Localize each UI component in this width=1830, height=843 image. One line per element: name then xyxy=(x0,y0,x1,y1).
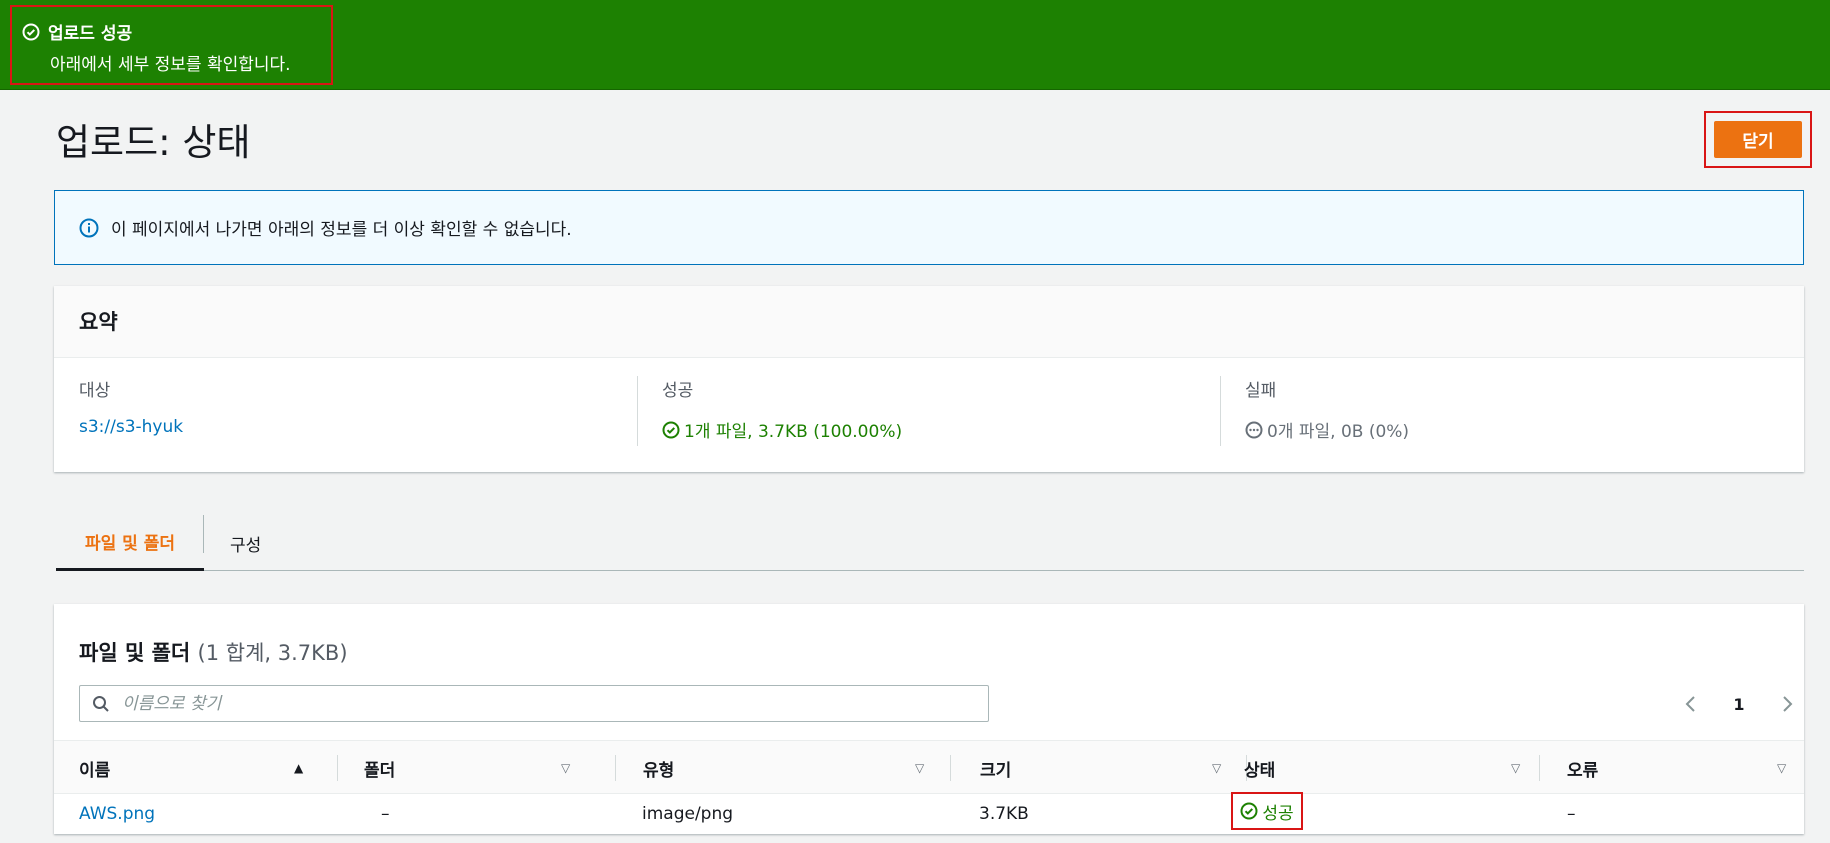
target-link[interactable]: s3://s3-hyuk xyxy=(79,417,183,437)
search-input[interactable] xyxy=(122,693,972,714)
sort-icon: ▽ xyxy=(1777,761,1787,775)
column-header-type[interactable]: 유형 ▽ xyxy=(643,741,925,795)
table-title: 파일 및 폴더 xyxy=(79,641,191,665)
current-page[interactable]: 1 xyxy=(1733,695,1744,714)
tab-configuration[interactable]: 구성 xyxy=(230,515,261,571)
column-header-name[interactable]: 이름 ▲ xyxy=(79,741,309,795)
column-header-error[interactable]: 오류 ▽ xyxy=(1567,741,1787,795)
folder-cell: – xyxy=(381,804,390,824)
column-header-size[interactable]: 크기 ▽ xyxy=(980,741,1222,795)
tab-files-and-folders[interactable]: 파일 및 폴더 xyxy=(56,515,204,571)
close-button-highlight: 닫기 xyxy=(1704,111,1812,168)
sort-icon: ▽ xyxy=(561,761,571,775)
check-circle-icon xyxy=(1240,802,1258,820)
summary-heading: 요약 xyxy=(54,286,1804,358)
table-row: AWS.png – image/png 3.7KB 성공 – xyxy=(54,792,1804,834)
ellipsis-circle-icon xyxy=(1245,421,1263,438)
flash-highlight-box: 업로드 성공 아래에서 세부 정보를 확인합니다. xyxy=(10,5,333,85)
flash-title: 업로드 성공 xyxy=(48,24,133,44)
column-header-status[interactable]: 상태 ▽ xyxy=(1244,741,1544,795)
success-label: 성공 xyxy=(662,381,694,401)
check-circle-icon xyxy=(662,421,680,438)
table-header: 이름 ▲ 폴더 ▽ 유형 ▽ 크기 ▽ 상태 ▽ 오류 ▽ xyxy=(54,740,1804,794)
close-button[interactable]: 닫기 xyxy=(1714,121,1802,158)
status-cell: 성공 xyxy=(1231,792,1303,830)
summary-failure: 실패 0개 파일, 0B (0%) xyxy=(1220,376,1803,446)
search-icon xyxy=(93,695,109,712)
failure-value: 0개 파일, 0B (0%) xyxy=(1267,422,1410,442)
page-title: 업로드: 상태 xyxy=(56,121,251,164)
target-label: 대상 xyxy=(79,381,111,401)
sort-ascending-icon: ▲ xyxy=(294,761,304,775)
tab-divider xyxy=(203,515,204,553)
error-cell: – xyxy=(1567,804,1576,824)
info-message: 이 페이지에서 나가면 아래의 정보를 더 이상 확인할 수 없습니다. xyxy=(111,220,572,240)
failure-label: 실패 xyxy=(1245,381,1277,401)
status-text: 성공 xyxy=(1262,803,1294,824)
check-circle-icon xyxy=(22,23,40,40)
chevron-right-icon[interactable] xyxy=(1780,694,1794,714)
info-icon xyxy=(79,218,99,237)
column-header-folder[interactable]: 폴더 ▽ xyxy=(364,741,584,795)
files-table-panel: 파일 및 폴더 (1 합계, 3.7KB) 1 이름 ▲ 폴더 ▽ 유형 ▽ 크… xyxy=(54,604,1804,834)
flash-message: 아래에서 세부 정보를 확인합니다. xyxy=(50,55,291,75)
info-alert: 이 페이지에서 나가면 아래의 정보를 더 이상 확인할 수 없습니다. xyxy=(54,190,1804,265)
file-name-link[interactable]: AWS.png xyxy=(79,794,155,834)
chevron-left-icon[interactable] xyxy=(1684,694,1698,714)
tab-bar: 파일 및 폴더 구성 xyxy=(56,515,1804,571)
type-cell: image/png xyxy=(642,804,734,824)
sort-icon: ▽ xyxy=(1212,761,1222,775)
summary-success: 성공 1개 파일, 3.7KB (100.00%) xyxy=(637,376,1220,446)
pagination: 1 xyxy=(1684,689,1794,719)
sort-icon: ▽ xyxy=(915,761,925,775)
search-box[interactable] xyxy=(79,685,989,722)
success-flashbar: 업로드 성공 아래에서 세부 정보를 확인합니다. xyxy=(0,0,1830,90)
summary-target: 대상 s3://s3-hyuk xyxy=(54,376,637,442)
sort-icon: ▽ xyxy=(1511,761,1521,775)
summary-panel: 요약 대상 s3://s3-hyuk 성공 1개 파일, 3.7KB (100.… xyxy=(54,286,1804,472)
table-count: (1 합계, 3.7KB) xyxy=(197,641,348,665)
success-value: 1개 파일, 3.7KB (100.00%) xyxy=(684,422,903,442)
size-cell: 3.7KB xyxy=(979,804,1029,824)
